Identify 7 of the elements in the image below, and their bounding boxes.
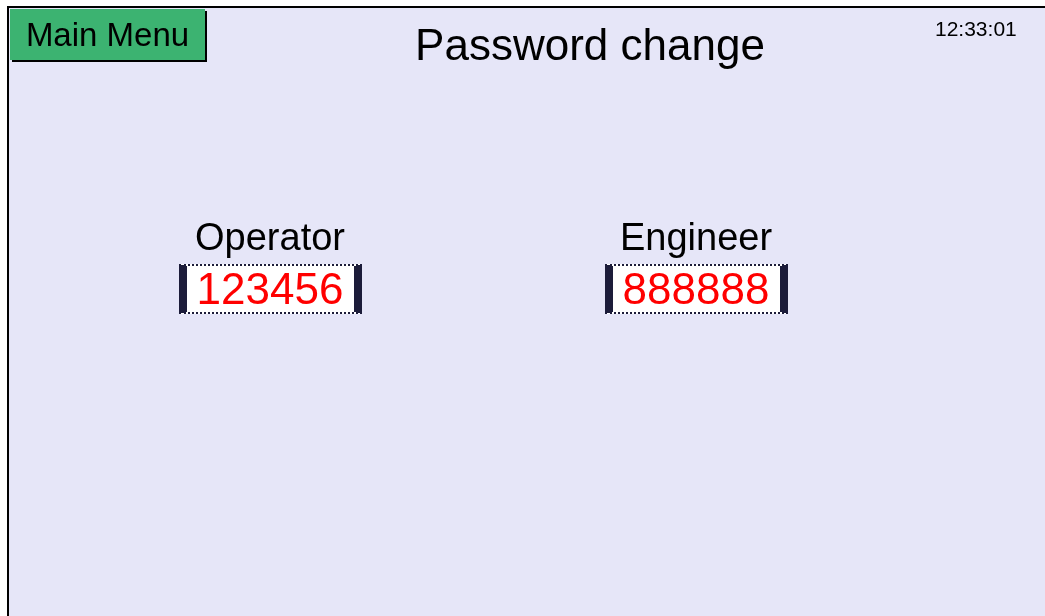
page-title: Password change bbox=[414, 19, 766, 70]
main-menu-button[interactable]: Main Menu bbox=[10, 9, 205, 60]
password-label: Operator bbox=[195, 215, 345, 260]
password-field[interactable]: 123456 bbox=[178, 264, 362, 314]
password-label: Engineer bbox=[619, 215, 773, 260]
clock-time: 12:33:01 bbox=[935, 16, 1018, 41]
password-field[interactable]: 888888 bbox=[604, 264, 788, 314]
